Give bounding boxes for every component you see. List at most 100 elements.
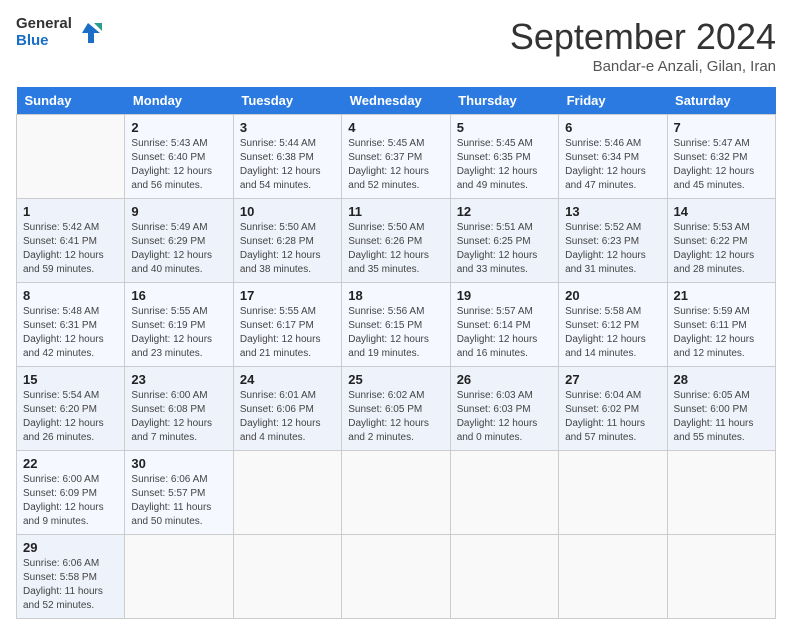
table-row: 1 Sunrise: 5:42 AMSunset: 6:41 PMDaylight… <box>17 199 125 283</box>
day-number: 6 <box>565 120 660 135</box>
title-area: September 2024 Bandar-e Anzali, Gilan, I… <box>510 16 776 75</box>
col-wednesday: Wednesday <box>342 87 450 115</box>
col-thursday: Thursday <box>450 87 558 115</box>
table-row: 23 Sunrise: 6:00 AMSunset: 6:08 PMDayligh… <box>125 367 233 451</box>
day-info: Sunrise: 6:06 AMSunset: 5:58 PMDaylight:… <box>23 557 118 613</box>
day-info: Sunrise: 5:50 AMSunset: 6:28 PMDaylight:… <box>240 221 335 277</box>
calendar-week-row: 29 Sunrise: 6:06 AMSunset: 5:58 PMDayligh… <box>17 535 776 619</box>
table-row: 18 Sunrise: 5:56 AMSunset: 6:15 PMDayligh… <box>342 283 450 367</box>
table-row: 7 Sunrise: 5:47 AMSunset: 6:32 PMDaylight… <box>667 115 775 199</box>
table-row: 13Sunrise: 5:52 AMSunset: 6:23 PMDayligh… <box>559 199 667 283</box>
calendar-week-row: 22Sunrise: 6:00 AMSunset: 6:09 PMDayligh… <box>17 451 776 535</box>
calendar-header: Sunday Monday Tuesday Wednesday Thursday… <box>17 87 776 115</box>
day-info: Sunrise: 5:48 AMSunset: 6:31 PMDaylight:… <box>23 305 118 361</box>
day-number: 19 <box>457 288 552 303</box>
logo-bird-icon <box>74 19 102 47</box>
day-info: Sunrise: 5:55 AMSunset: 6:19 PMDaylight:… <box>131 305 226 361</box>
day-number: 4 <box>348 120 443 135</box>
table-row <box>667 535 775 619</box>
header-row: Sunday Monday Tuesday Wednesday Thursday… <box>17 87 776 115</box>
col-tuesday: Tuesday <box>233 87 341 115</box>
day-number: 18 <box>348 288 443 303</box>
day-info: Sunrise: 5:59 AMSunset: 6:11 PMDaylight:… <box>674 305 769 361</box>
day-number: 27 <box>565 372 660 387</box>
day-number: 30 <box>131 456 226 471</box>
table-row <box>125 535 233 619</box>
table-row <box>450 535 558 619</box>
col-friday: Friday <box>559 87 667 115</box>
calendar-table: Sunday Monday Tuesday Wednesday Thursday… <box>16 87 776 619</box>
page-header: General Blue September 2024 Bandar-e Anz… <box>16 16 776 75</box>
table-row: 12Sunrise: 5:51 AMSunset: 6:25 PMDayligh… <box>450 199 558 283</box>
day-info: Sunrise: 5:56 AMSunset: 6:15 PMDaylight:… <box>348 305 443 361</box>
day-info: Sunrise: 6:01 AMSunset: 6:06 PMDaylight:… <box>240 389 335 445</box>
table-row <box>342 451 450 535</box>
day-info: Sunrise: 6:06 AMSunset: 5:57 PMDaylight:… <box>131 473 226 529</box>
day-number: 5 <box>457 120 552 135</box>
table-row: 20Sunrise: 5:58 AMSunset: 6:12 PMDayligh… <box>559 283 667 367</box>
table-row: 17Sunrise: 5:55 AMSunset: 6:17 PMDayligh… <box>233 283 341 367</box>
table-row: 5 Sunrise: 5:45 AMSunset: 6:35 PMDaylight… <box>450 115 558 199</box>
calendar-body: 2Sunrise: 5:43 AMSunset: 6:40 PMDaylight… <box>17 115 776 619</box>
table-row <box>17 115 125 199</box>
day-info: Sunrise: 6:05 AMSunset: 6:00 PMDaylight:… <box>674 389 769 445</box>
table-row <box>342 535 450 619</box>
table-row: 9 Sunrise: 5:49 AMSunset: 6:29 PMDaylight… <box>125 199 233 283</box>
table-row: 3 Sunrise: 5:44 AMSunset: 6:38 PMDaylight… <box>233 115 341 199</box>
calendar-week-row: 2Sunrise: 5:43 AMSunset: 6:40 PMDaylight… <box>17 115 776 199</box>
day-info: Sunrise: 5:43 AMSunset: 6:40 PMDaylight:… <box>131 137 226 193</box>
day-number: 3 <box>240 120 335 135</box>
day-info: Sunrise: 5:55 AMSunset: 6:17 PMDaylight:… <box>240 305 335 361</box>
day-info: Sunrise: 5:49 AMSunset: 6:29 PMDaylight:… <box>131 221 226 277</box>
col-saturday: Saturday <box>667 87 775 115</box>
day-info: Sunrise: 5:47 AMSunset: 6:32 PMDaylight:… <box>674 137 769 193</box>
day-number: 14 <box>674 204 769 219</box>
table-row: 6 Sunrise: 5:46 AMSunset: 6:34 PMDaylight… <box>559 115 667 199</box>
table-row: 15Sunrise: 5:54 AMSunset: 6:20 PMDayligh… <box>17 367 125 451</box>
day-number: 29 <box>23 540 118 555</box>
day-info: Sunrise: 6:03 AMSunset: 6:03 PMDaylight:… <box>457 389 552 445</box>
day-info: Sunrise: 5:45 AMSunset: 6:35 PMDaylight:… <box>457 137 552 193</box>
day-number: 26 <box>457 372 552 387</box>
day-number: 24 <box>240 372 335 387</box>
col-monday: Monday <box>125 87 233 115</box>
day-number: 9 <box>131 204 226 219</box>
table-row: 28 Sunrise: 6:05 AMSunset: 6:00 PMDayligh… <box>667 367 775 451</box>
day-info: Sunrise: 5:46 AMSunset: 6:34 PMDaylight:… <box>565 137 660 193</box>
day-number: 28 <box>674 372 769 387</box>
calendar-week-row: 15Sunrise: 5:54 AMSunset: 6:20 PMDayligh… <box>17 367 776 451</box>
day-number: 21 <box>674 288 769 303</box>
table-row <box>559 535 667 619</box>
table-row: 16 Sunrise: 5:55 AMSunset: 6:19 PMDayligh… <box>125 283 233 367</box>
day-info: Sunrise: 6:02 AMSunset: 6:05 PMDaylight:… <box>348 389 443 445</box>
day-number: 25 <box>348 372 443 387</box>
day-info: Sunrise: 5:44 AMSunset: 6:38 PMDaylight:… <box>240 137 335 193</box>
table-row: 4Sunrise: 5:45 AMSunset: 6:37 PMDaylight… <box>342 115 450 199</box>
day-number: 23 <box>131 372 226 387</box>
table-row: 14Sunrise: 5:53 AMSunset: 6:22 PMDayligh… <box>667 199 775 283</box>
day-info: Sunrise: 6:00 AMSunset: 6:08 PMDaylight:… <box>131 389 226 445</box>
day-info: Sunrise: 6:00 AMSunset: 6:09 PMDaylight:… <box>23 473 118 529</box>
table-row: 19Sunrise: 5:57 AMSunset: 6:14 PMDayligh… <box>450 283 558 367</box>
day-number: 7 <box>674 120 769 135</box>
table-row <box>450 451 558 535</box>
day-number: 8 <box>23 288 118 303</box>
col-sunday: Sunday <box>17 87 125 115</box>
table-row: 8 Sunrise: 5:48 AMSunset: 6:31 PMDaylight… <box>17 283 125 367</box>
table-row: 11Sunrise: 5:50 AMSunset: 6:26 PMDayligh… <box>342 199 450 283</box>
day-info: Sunrise: 5:52 AMSunset: 6:23 PMDaylight:… <box>565 221 660 277</box>
calendar-subtitle: Bandar-e Anzali, Gilan, Iran <box>510 58 776 75</box>
table-row <box>559 451 667 535</box>
day-number: 10 <box>240 204 335 219</box>
day-info: Sunrise: 5:42 AMSunset: 6:41 PMDaylight:… <box>23 221 118 277</box>
day-number: 16 <box>131 288 226 303</box>
table-row: 29 Sunrise: 6:06 AMSunset: 5:58 PMDayligh… <box>17 535 125 619</box>
table-row <box>233 451 341 535</box>
table-row: 27 Sunrise: 6:04 AMSunset: 6:02 PMDayligh… <box>559 367 667 451</box>
calendar-week-row: 1 Sunrise: 5:42 AMSunset: 6:41 PMDaylight… <box>17 199 776 283</box>
day-info: Sunrise: 5:50 AMSunset: 6:26 PMDaylight:… <box>348 221 443 277</box>
day-info: Sunrise: 6:04 AMSunset: 6:02 PMDaylight:… <box>565 389 660 445</box>
day-number: 1 <box>23 204 118 219</box>
table-row: 10 Sunrise: 5:50 AMSunset: 6:28 PMDayligh… <box>233 199 341 283</box>
day-info: Sunrise: 5:54 AMSunset: 6:20 PMDaylight:… <box>23 389 118 445</box>
